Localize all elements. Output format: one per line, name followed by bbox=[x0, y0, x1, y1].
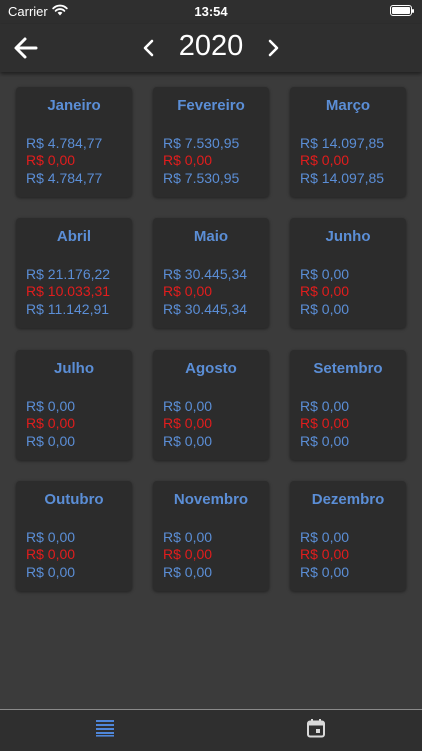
expense-value: R$ 0,00 bbox=[300, 283, 350, 299]
expense-value: R$ 0,00 bbox=[163, 152, 213, 168]
expense-value: R$ 0,00 bbox=[300, 546, 350, 562]
month-name: Janeiro bbox=[47, 97, 101, 114]
balance-value: R$ 0,00 bbox=[163, 564, 213, 580]
previous-year-chevron-icon[interactable] bbox=[138, 36, 160, 60]
income-value: R$ 0,00 bbox=[26, 529, 76, 545]
income-value: R$ 0,00 bbox=[300, 266, 350, 282]
month-card-dezembro[interactable]: Dezembro R$ 0,00 R$ 0,00 R$ 0,00 bbox=[290, 481, 406, 591]
clock: 13:54 bbox=[194, 4, 228, 19]
expense-value: R$ 0,00 bbox=[163, 415, 213, 431]
balance-value: R$ 4.784,77 bbox=[26, 170, 103, 186]
expense-value: R$ 0,00 bbox=[26, 546, 76, 562]
expense-value: R$ 0,00 bbox=[163, 546, 213, 562]
month-card-marco[interactable]: Março R$ 14.097,85 R$ 0,00 R$ 14.097,85 bbox=[290, 87, 406, 197]
income-value: R$ 30.445,34 bbox=[163, 266, 248, 282]
month-card-janeiro[interactable]: Janeiro R$ 4.784,77 R$ 0,00 R$ 4.784,77 bbox=[16, 87, 132, 197]
month-name: Setembro bbox=[313, 360, 383, 377]
back-arrow-icon[interactable] bbox=[12, 34, 40, 62]
next-year-chevron-icon[interactable] bbox=[262, 36, 284, 60]
month-name: Maio bbox=[193, 228, 229, 245]
expense-value: R$ 10.033,31 bbox=[26, 283, 111, 299]
month-name: Outubro bbox=[44, 491, 104, 508]
balance-value: R$ 11.142,91 bbox=[26, 301, 110, 317]
month-card-setembro[interactable]: Setembro R$ 0,00 R$ 0,00 R$ 0,00 bbox=[290, 350, 406, 460]
income-value: R$ 0,00 bbox=[163, 398, 213, 414]
balance-value: R$ 0,00 bbox=[26, 433, 76, 449]
income-value: R$ 4.784,77 bbox=[26, 135, 103, 151]
month-card-abril[interactable]: Abril R$ 21.176,22 R$ 10.033,31 R$ 11.14… bbox=[16, 218, 132, 328]
balance-value: R$ 0,00 bbox=[300, 564, 350, 580]
navigation-bar: 2020 bbox=[0, 24, 422, 72]
month-card-outubro[interactable]: Outubro R$ 0,00 R$ 0,00 R$ 0,00 bbox=[16, 481, 132, 591]
month-name: Agosto bbox=[185, 360, 237, 377]
status-bar: Carrier 13:54 bbox=[0, 0, 422, 24]
expense-value: R$ 0,00 bbox=[163, 283, 213, 299]
balance-value: R$ 7.530,95 bbox=[163, 170, 240, 186]
balance-value: R$ 0,00 bbox=[300, 433, 350, 449]
income-value: R$ 0,00 bbox=[26, 398, 76, 414]
income-value: R$ 21.176,22 bbox=[26, 266, 111, 282]
month-card-agosto[interactable]: Agosto R$ 0,00 R$ 0,00 R$ 0,00 bbox=[153, 350, 269, 460]
battery-icon bbox=[390, 5, 414, 16]
income-value: R$ 0,00 bbox=[300, 398, 350, 414]
month-card-julho[interactable]: Julho R$ 0,00 R$ 0,00 R$ 0,00 bbox=[16, 350, 132, 460]
expense-value: R$ 0,00 bbox=[26, 415, 76, 431]
income-value: R$ 14.097,85 bbox=[300, 135, 385, 151]
month-name: Dezembro bbox=[311, 491, 385, 508]
expense-value: R$ 0,00 bbox=[300, 415, 350, 431]
month-name: Junho bbox=[325, 228, 371, 245]
month-card-maio[interactable]: Maio R$ 30.445,34 R$ 0,00 R$ 30.445,34 bbox=[153, 218, 269, 328]
income-value: R$ 0,00 bbox=[163, 529, 213, 545]
month-card-fevereiro[interactable]: Fevereiro R$ 7.530,95 R$ 0,00 R$ 7.530,9… bbox=[153, 87, 269, 197]
month-name: Novembro bbox=[173, 491, 249, 508]
month-name: Março bbox=[325, 97, 371, 114]
balance-value: R$ 14.097,85 bbox=[300, 170, 385, 186]
balance-value: R$ 0,00 bbox=[300, 301, 350, 317]
month-name: Julho bbox=[54, 360, 94, 377]
balance-value: R$ 0,00 bbox=[163, 433, 213, 449]
list-icon[interactable] bbox=[95, 719, 115, 737]
income-value: R$ 7.530,95 bbox=[163, 135, 240, 151]
balance-value: R$ 30.445,34 bbox=[163, 301, 248, 317]
month-name: Abril bbox=[56, 228, 92, 245]
month-card-junho[interactable]: Junho R$ 0,00 R$ 0,00 R$ 0,00 bbox=[290, 218, 406, 328]
income-value: R$ 0,00 bbox=[300, 529, 350, 545]
balance-value: R$ 0,00 bbox=[26, 564, 76, 580]
tab-bar bbox=[0, 709, 422, 751]
calendar-icon[interactable] bbox=[306, 718, 326, 738]
expense-value: R$ 0,00 bbox=[26, 152, 76, 168]
year-title: 2020 bbox=[178, 30, 244, 62]
month-card-novembro[interactable]: Novembro R$ 0,00 R$ 0,00 R$ 0,00 bbox=[153, 481, 269, 591]
month-name: Fevereiro bbox=[177, 97, 245, 114]
expense-value: R$ 0,00 bbox=[300, 152, 350, 168]
